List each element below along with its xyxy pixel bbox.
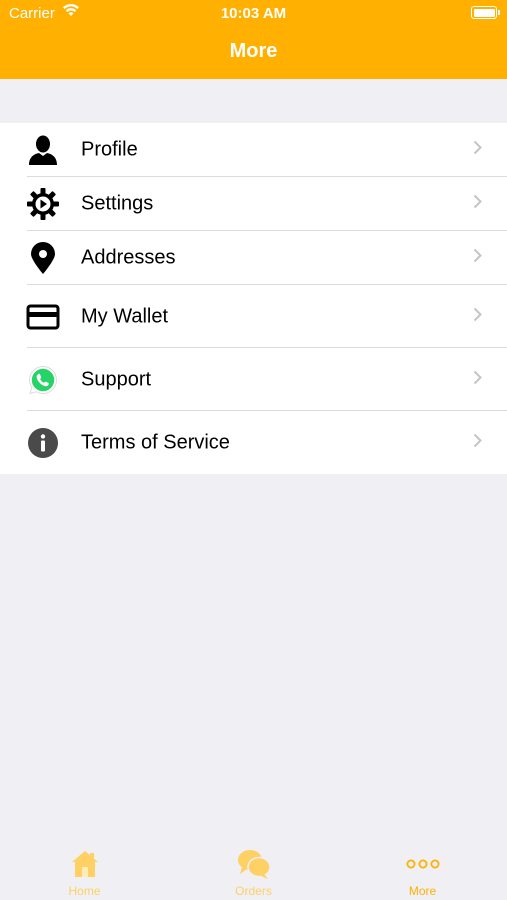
more-dots-icon (338, 847, 507, 881)
menu-item-label: Support (81, 368, 152, 390)
tab-more[interactable]: More (338, 838, 507, 900)
chevron-right-icon (473, 433, 482, 453)
home-icon (0, 847, 169, 881)
chevron-right-icon (473, 140, 482, 160)
menu-item-label: Addresses (81, 246, 176, 269)
chevron-right-icon (473, 307, 482, 327)
tab-label: Orders (235, 884, 272, 898)
battery-icon (471, 6, 500, 19)
tab-label: More (408, 884, 437, 898)
tab-label: Home (68, 884, 101, 898)
menu-item-support[interactable]: Support (0, 348, 507, 411)
menu-item-label: Profile (81, 138, 138, 161)
navigation-header: Carrier 10:03 AM More (0, 0, 507, 79)
menu-item-terms-of-service[interactable]: Terms of Service (0, 411, 507, 474)
tab-bar: Home Orders More (0, 838, 507, 900)
menu-item-label: Terms of Service (81, 431, 230, 453)
menu-item-label: Settings (81, 192, 154, 215)
menu-item-my-wallet[interactable]: My Wallet (0, 285, 507, 348)
person-icon (26, 133, 60, 167)
menu-item-settings[interactable]: Settings (0, 177, 507, 231)
gear-icon (26, 187, 60, 221)
menu-item-label: My Wallet (81, 305, 169, 327)
chevron-right-icon (473, 194, 482, 214)
clock-label: 10:03 AM (220, 5, 287, 22)
chat-bubbles-icon (169, 847, 338, 881)
credit-card-icon (26, 300, 60, 334)
chevron-right-icon (473, 248, 482, 268)
info-icon (26, 426, 60, 460)
menu-item-addresses[interactable]: Addresses (0, 231, 507, 285)
whatsapp-icon (26, 363, 60, 397)
status-bar: Carrier 10:03 AM (0, 0, 507, 28)
tab-home[interactable]: Home (0, 838, 169, 900)
menu-item-profile[interactable]: Profile (0, 123, 507, 177)
tab-orders[interactable]: Orders (169, 838, 338, 900)
more-menu-list: Profile Settings Addresses My Wallet Sup… (0, 123, 507, 474)
location-pin-icon (26, 241, 60, 275)
chevron-right-icon (473, 370, 482, 390)
page-title: More (229, 40, 278, 62)
